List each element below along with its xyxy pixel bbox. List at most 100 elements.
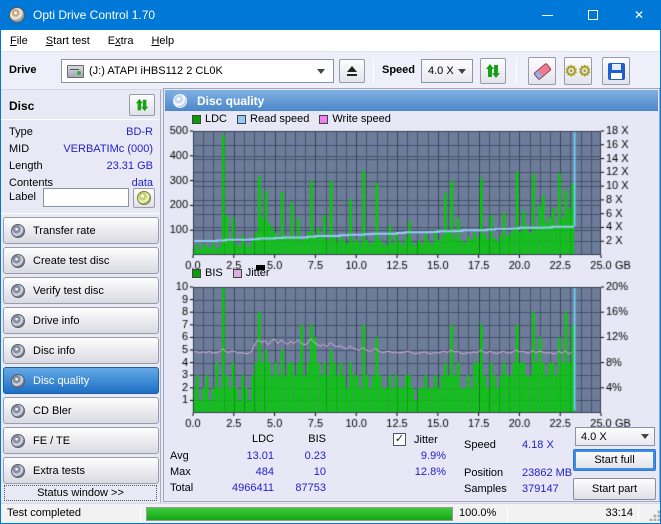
sidebar: Disc Type BD-R MID VERBATIMc (000) Length 2… (1, 90, 161, 503)
total-ldc-value: 4966411 (231, 482, 274, 494)
jitter-column-header: Jitter (414, 434, 438, 446)
minimize-icon (541, 14, 553, 16)
status-window-button[interactable]: Status window >> (4, 485, 157, 501)
menu-bar: File Start test Extra Help (1, 30, 660, 52)
drive-select[interactable]: (J:) ATAPI iHBS112 2 CL0K (61, 59, 334, 83)
refresh-disc-button[interactable] (129, 94, 155, 116)
total-row-label: Total (170, 482, 194, 494)
avg-jitter-value: 9.9% (420, 450, 446, 462)
close-icon: ✕ (633, 8, 645, 22)
progress-percent: 100.0% (459, 507, 497, 519)
disc-icon (11, 223, 25, 238)
disc-field-mid: MID VERBATIMc (000) (9, 143, 153, 155)
jitter-swatch-icon (232, 268, 242, 278)
toolbar-separator (373, 58, 374, 84)
eject-button[interactable] (339, 59, 365, 83)
menu-file[interactable]: File (1, 30, 37, 52)
max-jitter-value: 12.8% (414, 466, 446, 478)
test-speed-value: 4.0 X (581, 430, 607, 443)
divider (638, 506, 639, 522)
maximize-icon (588, 10, 598, 20)
resize-grip[interactable] (648, 509, 660, 521)
panel-title: Disc quality (197, 93, 265, 108)
disc-icon (137, 191, 151, 205)
position-stat-value: 23862 MB (522, 467, 573, 479)
samples-stat-label: Samples (464, 483, 507, 495)
sidebar-button-cd-bler[interactable]: CD Bler (3, 397, 159, 424)
menu-start-test[interactable]: Start test (37, 30, 99, 52)
avg-ldc-value: 13.01 (246, 450, 274, 462)
save-button[interactable] (602, 57, 630, 85)
elapsed-time: 33:14 (605, 507, 633, 519)
drive-icon (67, 64, 84, 78)
ldc-column-header: LDC (251, 433, 274, 445)
disc-icon (11, 343, 25, 358)
speed-select[interactable]: 4.0 X (421, 59, 473, 83)
sidebar-button-fe-te[interactable]: FE / TE (3, 427, 159, 454)
test-speed-select[interactable]: 4.0 X (575, 427, 655, 446)
sidebar-button-drive-info[interactable]: Drive info (3, 307, 159, 334)
sidebar-button-create-test-disc[interactable]: Create test disc (3, 247, 159, 274)
max-ldc-value: 484 (255, 466, 274, 478)
settings-button[interactable]: ⚙⚙ (564, 57, 592, 85)
disc-icon (11, 283, 25, 298)
drive-label: Drive (9, 64, 37, 76)
disc-field-type: Type BD-R (9, 126, 153, 138)
chevron-down-icon (641, 434, 649, 439)
progress-bar (146, 507, 453, 521)
refresh-icon (486, 64, 500, 78)
disc-icon (11, 373, 25, 388)
panel-header: Disc quality (165, 90, 658, 111)
divider (1, 119, 159, 120)
disc-icon (11, 313, 25, 328)
label-input[interactable] (43, 188, 129, 207)
status-text: Test completed (7, 507, 81, 519)
total-bis-value: 87753 (295, 482, 326, 494)
sidebar-button-disc-info[interactable]: Disc info (3, 337, 159, 364)
max-bis-value: 10 (313, 466, 326, 478)
jitter-checkbox[interactable]: ✓ (393, 433, 406, 446)
bis-jitter-chart (166, 279, 659, 431)
sidebar-button-disc-quality[interactable]: Disc quality (3, 367, 159, 394)
toolbar-separator (516, 58, 517, 84)
max-row-label: Max (170, 466, 191, 478)
bis-swatch-icon (192, 268, 201, 278)
minimize-button[interactable] (524, 0, 570, 30)
close-button[interactable]: ✕ (616, 0, 660, 30)
ldc-speed-chart (166, 123, 659, 273)
refresh-icon (135, 98, 149, 112)
start-full-button[interactable]: Start full (573, 449, 656, 471)
start-part-button[interactable]: Start part (573, 478, 656, 500)
drive-value: (J:) ATAPI iHBS112 2 CL0K (89, 65, 223, 77)
maximize-button[interactable] (570, 0, 616, 30)
sidebar-button-verify-test-disc[interactable]: Verify test disc (3, 277, 159, 304)
avg-row-label: Avg (170, 450, 189, 462)
chevron-down-icon (317, 68, 325, 74)
disc-icon (11, 463, 25, 478)
progress-fill (147, 508, 452, 520)
sidebar-button-transfer-rate[interactable]: Transfer rate (3, 217, 159, 244)
erase-disc-button[interactable] (528, 57, 556, 85)
disc-icon (11, 253, 25, 268)
samples-stat-value: 379147 (522, 483, 559, 495)
disc-field-length: Length 23.31 GB (9, 160, 153, 172)
menu-extra[interactable]: Extra (99, 30, 143, 52)
speed-label: Speed (382, 64, 416, 76)
eject-icon (346, 65, 358, 77)
title-bar: Opti Drive Control 1.70 ✕ (1, 0, 660, 30)
sidebar-button-extra-tests[interactable]: Extra tests (3, 457, 159, 484)
speed-stat-label: Speed (464, 439, 496, 451)
speed-value: 4.0 X (428, 65, 454, 77)
disc-icon (11, 403, 25, 418)
divider (1, 213, 159, 214)
app-window: Opti Drive Control 1.70 ✕ File Start tes… (0, 0, 661, 524)
menu-help[interactable]: Help (142, 30, 183, 52)
status-bar: Test completed 100.0% 33:14 (1, 503, 660, 523)
write-label-button[interactable] (133, 188, 155, 208)
position-stat-label: Position (464, 467, 504, 479)
rescan-button[interactable] (480, 58, 506, 84)
disc-icon (173, 93, 187, 108)
app-icon (9, 7, 25, 23)
disc-icon (11, 433, 25, 448)
bis-column-header: BIS (308, 433, 326, 445)
